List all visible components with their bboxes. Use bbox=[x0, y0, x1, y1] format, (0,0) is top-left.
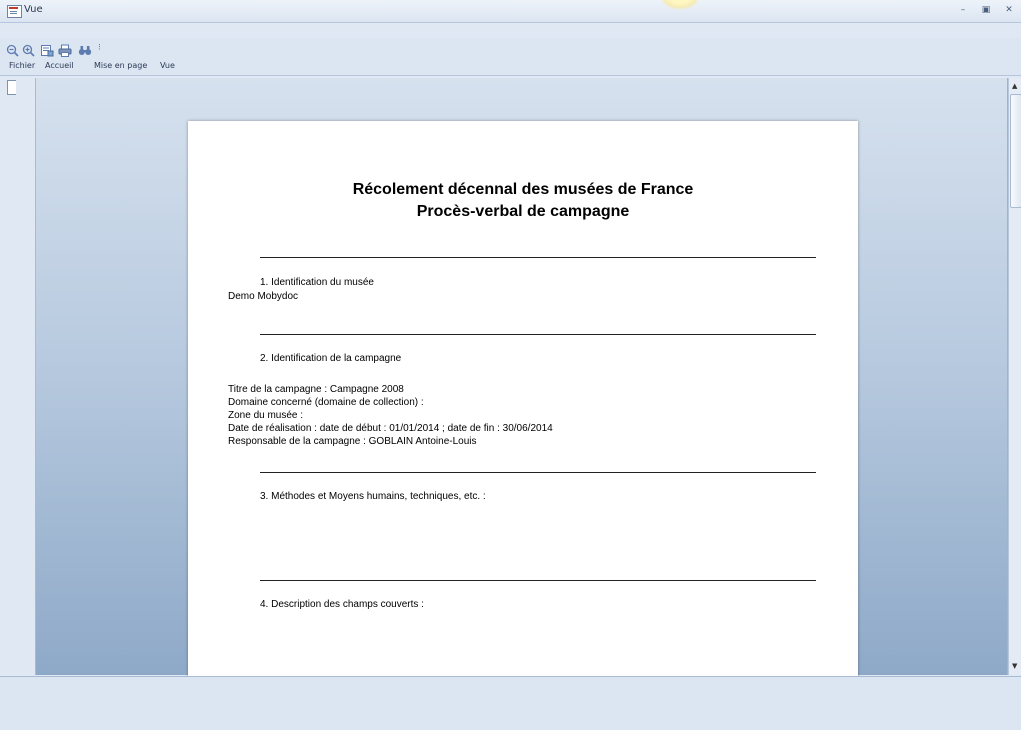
app-icon bbox=[7, 5, 22, 18]
thumbnail-strip bbox=[16, 78, 36, 675]
section-1-value: Demo Mobydoc bbox=[228, 291, 299, 302]
close-button[interactable]: ✕ bbox=[1002, 4, 1016, 17]
menu-bar: Fichier Accueil Mise en page Vue bbox=[0, 60, 1021, 76]
divider bbox=[260, 257, 816, 258]
maximize-button[interactable]: ▣ bbox=[979, 4, 993, 17]
scroll-up-arrow[interactable]: ▲ bbox=[1012, 82, 1017, 90]
divider bbox=[260, 580, 816, 581]
menu-vue[interactable]: Vue bbox=[160, 61, 175, 70]
quick-access-toolbar: ⁝ bbox=[0, 38, 1021, 60]
toolbar-overflow-button[interactable]: ⁝ bbox=[98, 42, 112, 55]
museum-zone-line: Zone du musée : bbox=[228, 410, 304, 421]
menu-mise-en-page[interactable]: Mise en page bbox=[94, 61, 147, 70]
campaign-title-line: Titre de la campagne : Campagne 2008 bbox=[228, 384, 404, 395]
collection-domain-line: Domaine concerné (domaine de collection)… bbox=[228, 397, 424, 408]
window-title: Vue bbox=[24, 4, 43, 15]
divider bbox=[260, 334, 816, 335]
find-icon[interactable] bbox=[78, 42, 92, 55]
date-range-line: Date de réalisation : date de début : 01… bbox=[228, 423, 553, 434]
page-setup-icon[interactable] bbox=[40, 42, 54, 57]
section-4-heading: 4. Description des champs couverts : bbox=[260, 599, 424, 610]
document-subtitle: Procès-verbal de campagne bbox=[416, 203, 630, 220]
menu-fichier[interactable]: Fichier bbox=[9, 61, 35, 70]
zoom-out-icon[interactable] bbox=[6, 42, 20, 57]
section-2-heading: 2. Identification de la campagne bbox=[260, 353, 402, 364]
status-bar bbox=[0, 676, 1021, 730]
minimize-button[interactable]: – bbox=[956, 4, 970, 17]
scrollbar-thumb[interactable] bbox=[1010, 94, 1021, 208]
title-bar: Vue – ▣ ✕ bbox=[0, 0, 1021, 23]
scroll-down-arrow[interactable]: ▼ bbox=[1012, 662, 1017, 670]
menu-accueil[interactable]: Accueil bbox=[45, 61, 74, 70]
vertical-scrollbar[interactable]: ▲ ▼ bbox=[1008, 78, 1021, 675]
document-title: Récolement décennal des musées de France bbox=[352, 181, 694, 198]
divider bbox=[260, 472, 816, 473]
section-1-heading: 1. Identification du musée bbox=[260, 277, 374, 288]
section-3-heading: 3. Méthodes et Moyens humains, technique… bbox=[260, 491, 486, 502]
print-icon[interactable] bbox=[58, 42, 72, 57]
campaign-manager-line: Responsable de la campagne : GOBLAIN Ant… bbox=[228, 436, 477, 447]
zoom-in-icon[interactable] bbox=[22, 42, 36, 57]
cursor-glow bbox=[660, 0, 700, 10]
document-page: Récolement décennal des musées de France… bbox=[188, 121, 858, 681]
